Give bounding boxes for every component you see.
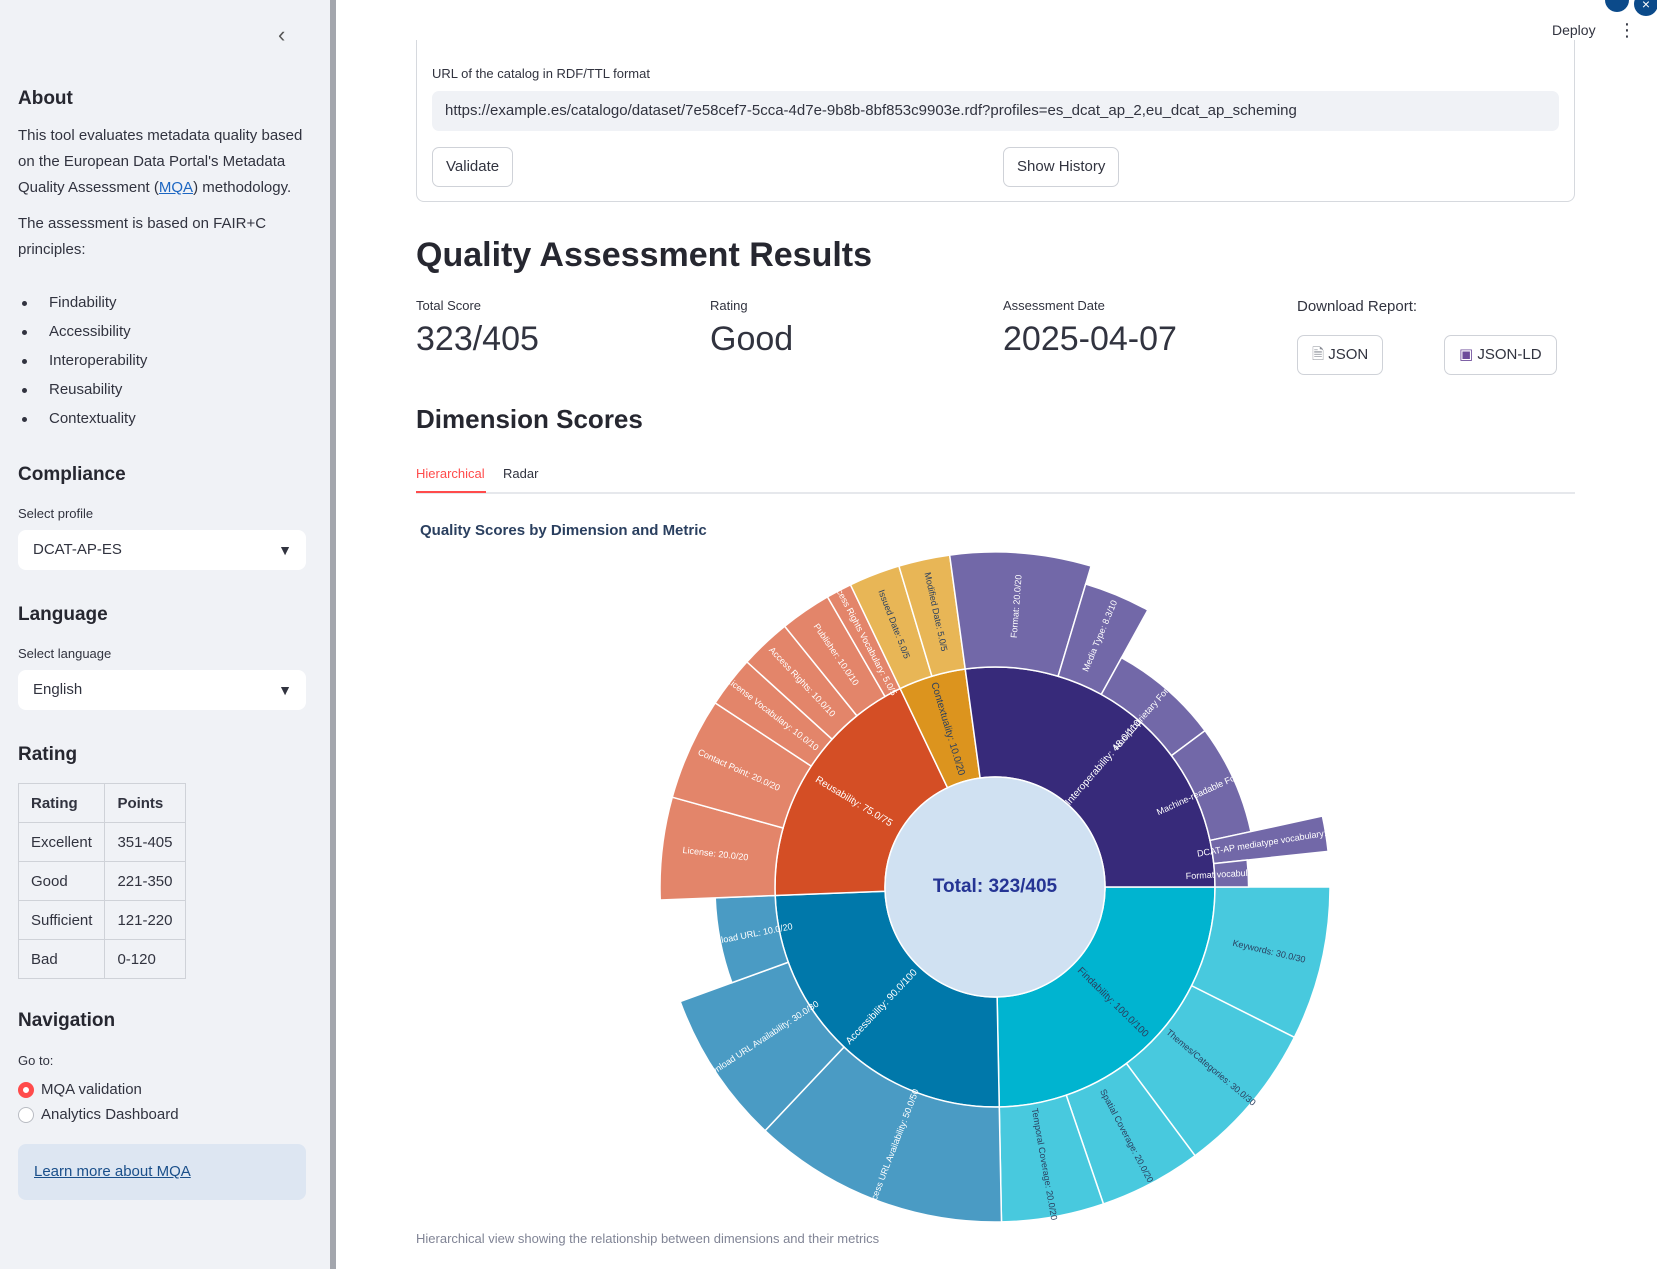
sunburst-center-label: Total: 323/405 xyxy=(933,876,1058,897)
chart-caption: Hierarchical view showing the relationsh… xyxy=(416,1231,880,1246)
sunburst-chart: Findability: 100.0/100Keywords: 30.0/30T… xyxy=(659,551,1349,1223)
